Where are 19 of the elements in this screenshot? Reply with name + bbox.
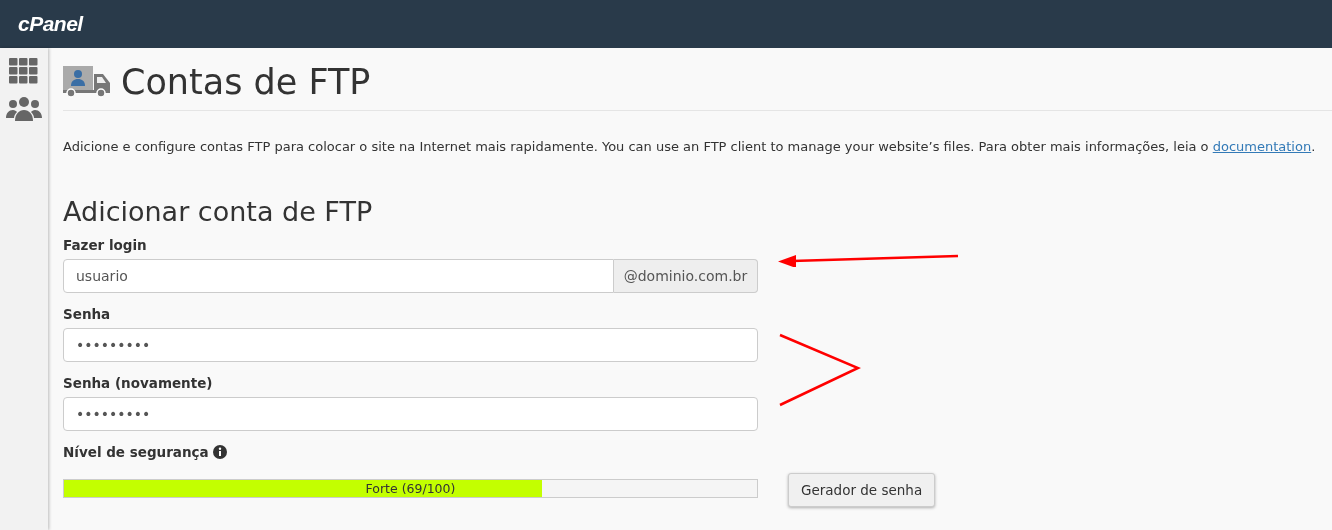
strength-reading: Forte (69/100) — [364, 479, 457, 497]
password-input[interactable]: ••••••••• — [63, 397, 758, 431]
logo: cPanel — [18, 12, 83, 36]
documentation-link[interactable]: documentation — [1212, 139, 1312, 154]
domain-addon: @dominio.com.br — [614, 259, 758, 293]
field-label: Senha (novamente) — [63, 375, 214, 391]
truck-icon — [63, 66, 111, 98]
users-icon[interactable] — [6, 96, 42, 122]
password-input[interactable]: ••••••••• — [63, 328, 758, 362]
username-input[interactable]: usuario — [63, 259, 614, 293]
page-description: Adicione e configure contas FTP para colocar o site na Internet mais rapidamente. You can use an FTP client to manage your website’s files. Para obter mais informações, leia o documentation. — [63, 139, 1317, 154]
page-title: Contas de FTP — [121, 62, 371, 102]
strength-label: Nível de segurança — [63, 444, 209, 460]
field-label: Fazer login — [63, 237, 148, 253]
section-heading: Adicionar conta de FTP — [63, 196, 374, 227]
password-generator-button[interactable]: Gerador de senha — [788, 473, 936, 507]
field-label: Senha — [63, 306, 112, 322]
info-icon[interactable] — [212, 445, 227, 459]
grid-icon[interactable] — [9, 58, 39, 84]
